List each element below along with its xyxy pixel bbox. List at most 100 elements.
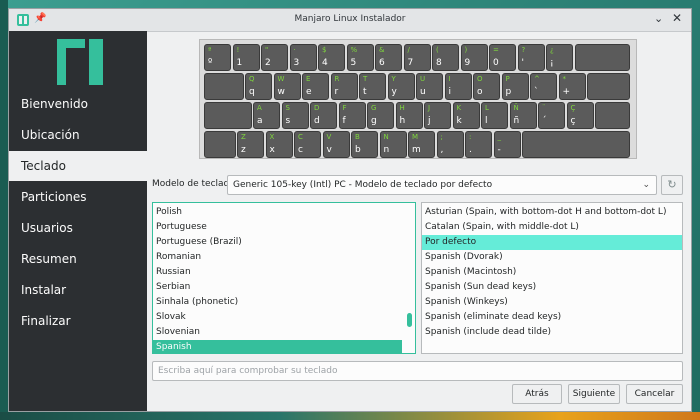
keyboard-key: Yy [387,73,415,100]
keyboard-key: ! 1 [232,44,260,71]
minimize-icon[interactable]: ⌄ [654,12,663,25]
key-base-label: 2 [265,58,271,68]
key-base-label: g [371,116,377,126]
key-base-label: , [440,145,444,155]
list-item[interactable]: Sinhala (phonetic) [153,295,402,310]
key-shift-label: E [306,75,311,83]
variant-list[interactable]: Asturian (Spain, with bottom-dot H and b… [421,202,683,354]
key-base-label: r [334,87,339,97]
key-base-label: ç [570,116,576,126]
chevron-down-icon: ⌄ [642,180,650,190]
keyboard-key: & 6 [375,44,402,71]
key-base-label: o [477,87,483,97]
key-base-label: 9 [464,58,471,68]
back-button[interactable]: Atrás [512,384,562,404]
key-shift-label: ! [236,46,240,54]
keyboard-key: % 5 [346,44,374,71]
key-base-label: ´ [542,116,547,126]
key-shift-label: U [420,75,426,83]
key-base-label: ¡ [550,58,554,68]
key-base-label: d [314,116,320,126]
key-shift-label: * [562,75,567,83]
key-base-label: 7 [407,58,414,68]
desktop-background-bottom [0,412,700,420]
keyboard-key: ;, [436,131,464,158]
sidebar-item-5[interactable]: Resumen [9,244,147,274]
sidebar-item-1[interactable]: Ubicación [9,120,147,150]
list-item[interactable]: Russian [153,265,402,280]
key-shift-label: / [407,46,410,54]
keyboard-test-input[interactable]: Escriba aquí para comprobar su teclado [152,361,683,381]
list-item[interactable]: Spanish (Macintosh) [422,265,682,280]
key-base-label: s [285,116,291,126]
key-base-label: p [505,87,512,97]
key-shift-label: F [342,104,347,112]
next-button[interactable]: Siguiente [568,384,620,404]
list-item[interactable]: Spanish (eliminate dead keys) [422,310,682,325]
key-shift-label: A [257,104,262,112]
key-shift-label: · [293,46,296,54]
key-shift-label: L [485,104,489,112]
key-base-label: 3 [293,58,300,68]
keyboard-key: Tt [359,73,386,100]
layout-list-scrollbar[interactable] [407,313,412,327]
list-item[interactable]: Catalan (Spain, with middle-dot L) [422,220,682,235]
list-item[interactable]: Spanish (Sun dead keys) [422,280,682,295]
key-base-label: m [412,145,421,155]
list-item[interactable]: Portuguese [153,220,402,235]
sidebar-item-6[interactable]: Instalar [9,275,147,305]
reset-model-button[interactable]: ↻ [661,175,683,195]
keyboard-key: · 3 [289,44,317,71]
key-shift-label: M [412,133,419,141]
list-item[interactable]: Spanish (include dead tilde) [422,325,682,340]
list-item[interactable]: Spanish (Dvorak) [422,250,682,265]
key-shift-label: Ñ [513,104,519,112]
cancel-button[interactable]: Cancelar [626,384,683,404]
layout-list[interactable]: Polish Portuguese Portuguese (Brazil) Roman… [152,202,416,354]
key-shift-label: J [428,104,431,112]
key-base-label: v [326,145,332,155]
list-item[interactable]: Romanian [153,250,402,265]
title-bar[interactable]: 📌 Manjaro Linux Instalador ⌄ ✕ [9,9,691,32]
key-shift-label: C [298,133,303,141]
keyboard-key: ¨ ´ [538,102,565,129]
sidebar-item-4[interactable]: Usuarios [9,213,147,243]
list-item[interactable]: Slovak [153,310,402,325]
key-base-label: . [469,145,472,155]
key-base-label: 1 [236,58,243,68]
close-icon[interactable]: ✕ [672,11,682,25]
key-shift-label: & [379,46,385,54]
sidebar-item-7[interactable]: Finalizar [9,306,147,336]
list-item[interactable]: Spanish [153,340,402,353]
list-item[interactable]: Polish [153,205,402,220]
list-item[interactable]: Slovenian [153,325,402,340]
key-base-label: l [485,116,488,126]
sidebar-item-0[interactable]: Bienvenido [9,89,147,119]
list-item[interactable]: Por defecto [422,235,682,250]
manjaro-logo [57,39,103,85]
list-item[interactable]: Portuguese (Brazil) [153,235,402,250]
key-shift-label: T [363,75,368,83]
key-base-label: - [497,145,501,155]
key-base-label: w [277,87,285,97]
list-item[interactable]: Spanish (Winkeys) [422,295,682,310]
sidebar-item-2[interactable]: Teclado [9,151,147,181]
key-base-label: + [562,87,571,97]
list-item[interactable]: Serbian [153,280,402,295]
list-item[interactable]: Asturian (Spain, with bottom-dot H and b… [422,205,682,220]
key-base-label: º [208,58,213,68]
key-shift-label: K [456,104,462,112]
keyboard-key: ¿ ¡ [546,44,573,71]
key-shift-label: % [350,46,358,54]
key-shift-label: ) [464,46,468,54]
sidebar-item-3[interactable]: Particiones [9,182,147,212]
key-shift-label: I [448,75,451,83]
keyboard-key: Hh [395,102,423,129]
key-base-label: b [355,145,361,155]
keyboard-key: Kk [452,102,480,129]
keyboard-key: ªº [204,44,231,71]
keyboard-model-select[interactable]: Generic 105-key (Intl) PC - Modelo de te… [227,175,657,195]
key-base-label: n [383,145,390,155]
key-base-label: z [241,145,246,155]
key-shift-label: ? [521,46,526,54]
